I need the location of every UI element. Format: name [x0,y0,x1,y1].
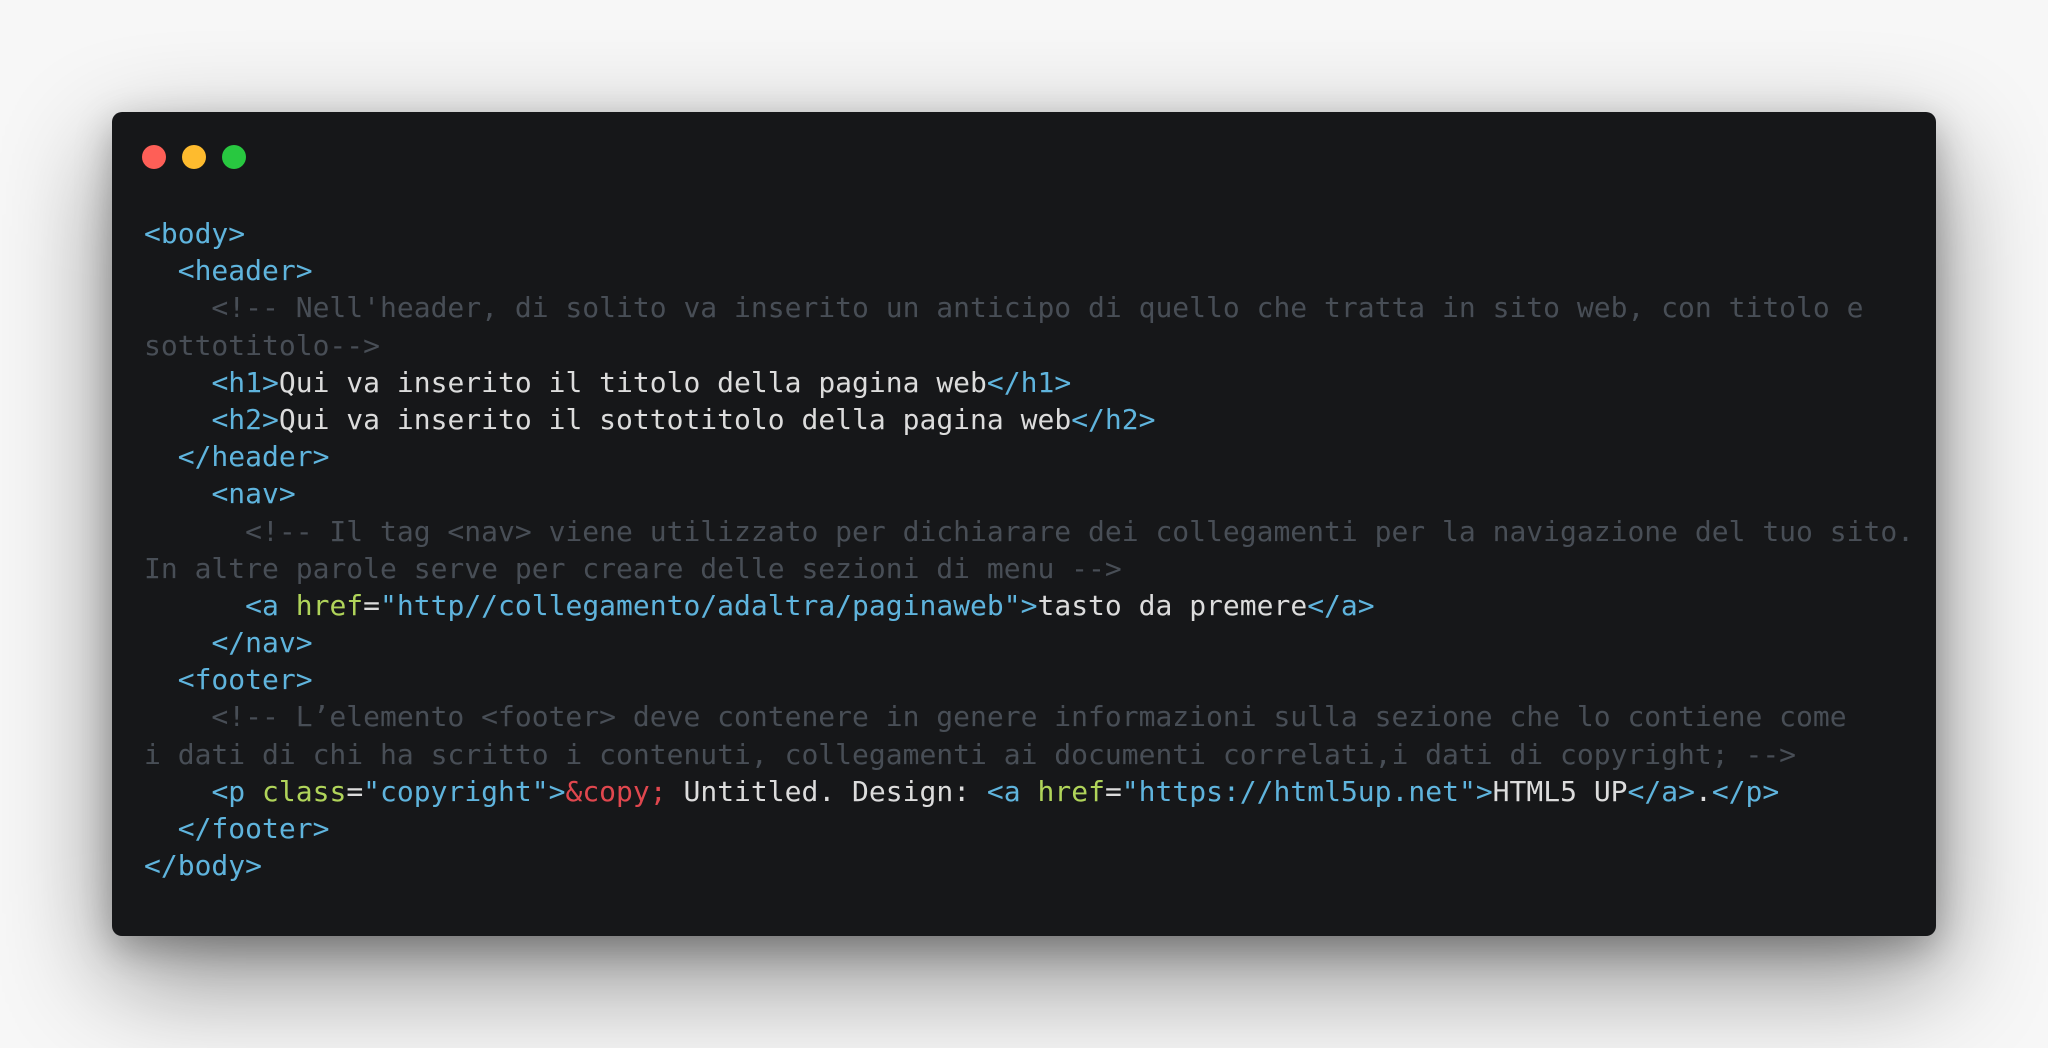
code-text: Qui va inserito il titolo della pagina w… [278,365,987,399]
code-line: <!-- Il tag <nav> viene utilizzato per d… [144,513,1936,550]
code-text: tasto da premere [1037,588,1308,622]
code-comment: i dati di chi ha scritto i contenuti, co… [144,737,1797,771]
code-tag: <a [245,588,296,622]
code-text: Untitled. Design: [666,774,987,808]
close-button[interactable] [142,145,166,169]
code-line: sottotitolo--> [144,327,1936,364]
code-tag: <h1> [211,365,279,399]
code-line: <h1>Qui va inserito il titolo della pagi… [144,364,1936,401]
code-line: <a href="http//collegamento/adaltra/pagi… [144,587,1936,624]
code-entity: &copy; [565,774,667,808]
code-tag: <h2> [211,402,279,436]
code-line: <h2>Qui va inserito il sottotitolo della… [144,401,1936,438]
code-line: </footer> [144,810,1936,847]
code-tag: <nav> [211,477,296,511]
code-tag: <a [986,774,1038,808]
code-text: Qui va inserito il sottotitolo della pag… [278,402,1072,436]
code-tag: </header> [177,440,330,474]
code-line: <header> [144,252,1936,289]
code-comment: sottotitolo--> [144,328,381,362]
window-controls [142,145,246,169]
code-tag: <body> [144,217,246,250]
code-comment: <!-- Il tag <nav> viene utilizzato per d… [144,514,1915,548]
code-string: "https://html5up.net" [1121,774,1476,808]
code-text: . [1694,774,1712,808]
code-line: i dati di chi ha scritto i contenuti, co… [144,736,1936,773]
code-attribute: href [295,588,364,622]
code-punctuation: = [1104,774,1122,808]
code-comment: <!-- L’elemento <footer> deve contenere … [144,700,1847,734]
code-window: <body> <header> <!-- Nell'header, di sol… [112,112,1936,936]
code-tag: </body> [144,849,263,883]
code-tag: <footer> [177,663,313,697]
code-line: <p class="copyright">&copy; Untitled. De… [144,773,1936,810]
code-comment: <!-- Nell'header, di solito va inserito … [144,291,1864,325]
code-tag: </footer> [177,812,330,845]
code-tag: <p [211,774,263,808]
code-punctuation: = [363,588,381,622]
code-line: <body> [144,215,1936,252]
code-comment: In altre parole serve per creare delle s… [144,551,1122,585]
code-line: In altre parole serve per creare delle s… [144,550,1936,587]
code-attribute: class [262,774,347,808]
code-line: <nav> [144,475,1936,512]
code-line: </header> [144,438,1936,475]
code-tag: > [1020,588,1038,622]
code-tag: </p> [1711,774,1780,808]
code-tag: </h2> [1071,402,1156,436]
code-tag: </a> [1307,588,1375,622]
zoom-button[interactable] [222,145,246,169]
code-tag: > [1475,774,1493,808]
code-string: "http//collegamento/adaltra/paginaweb" [380,588,1021,622]
code-tag: </h1> [986,365,1072,399]
minimize-button[interactable] [182,145,206,169]
code-line: </nav> [144,624,1936,661]
code-tag: <header> [177,254,313,288]
code-line: <footer> [144,661,1936,698]
code-line: </body> [144,847,1936,884]
code-tag: </nav> [211,626,313,660]
code-line: <!-- L’elemento <footer> deve contenere … [144,698,1936,735]
code-line: <!-- Nell'header, di solito va inserito … [144,289,1936,326]
code-attribute: href [1037,774,1105,808]
code-text: HTML5 UP [1492,774,1628,808]
code-tag: > [548,774,566,808]
code-punctuation: = [346,774,364,808]
code-block: <body> <header> <!-- Nell'header, di sol… [144,215,1936,884]
code-string: "copyright" [363,774,549,808]
code-tag: </a> [1627,774,1695,808]
